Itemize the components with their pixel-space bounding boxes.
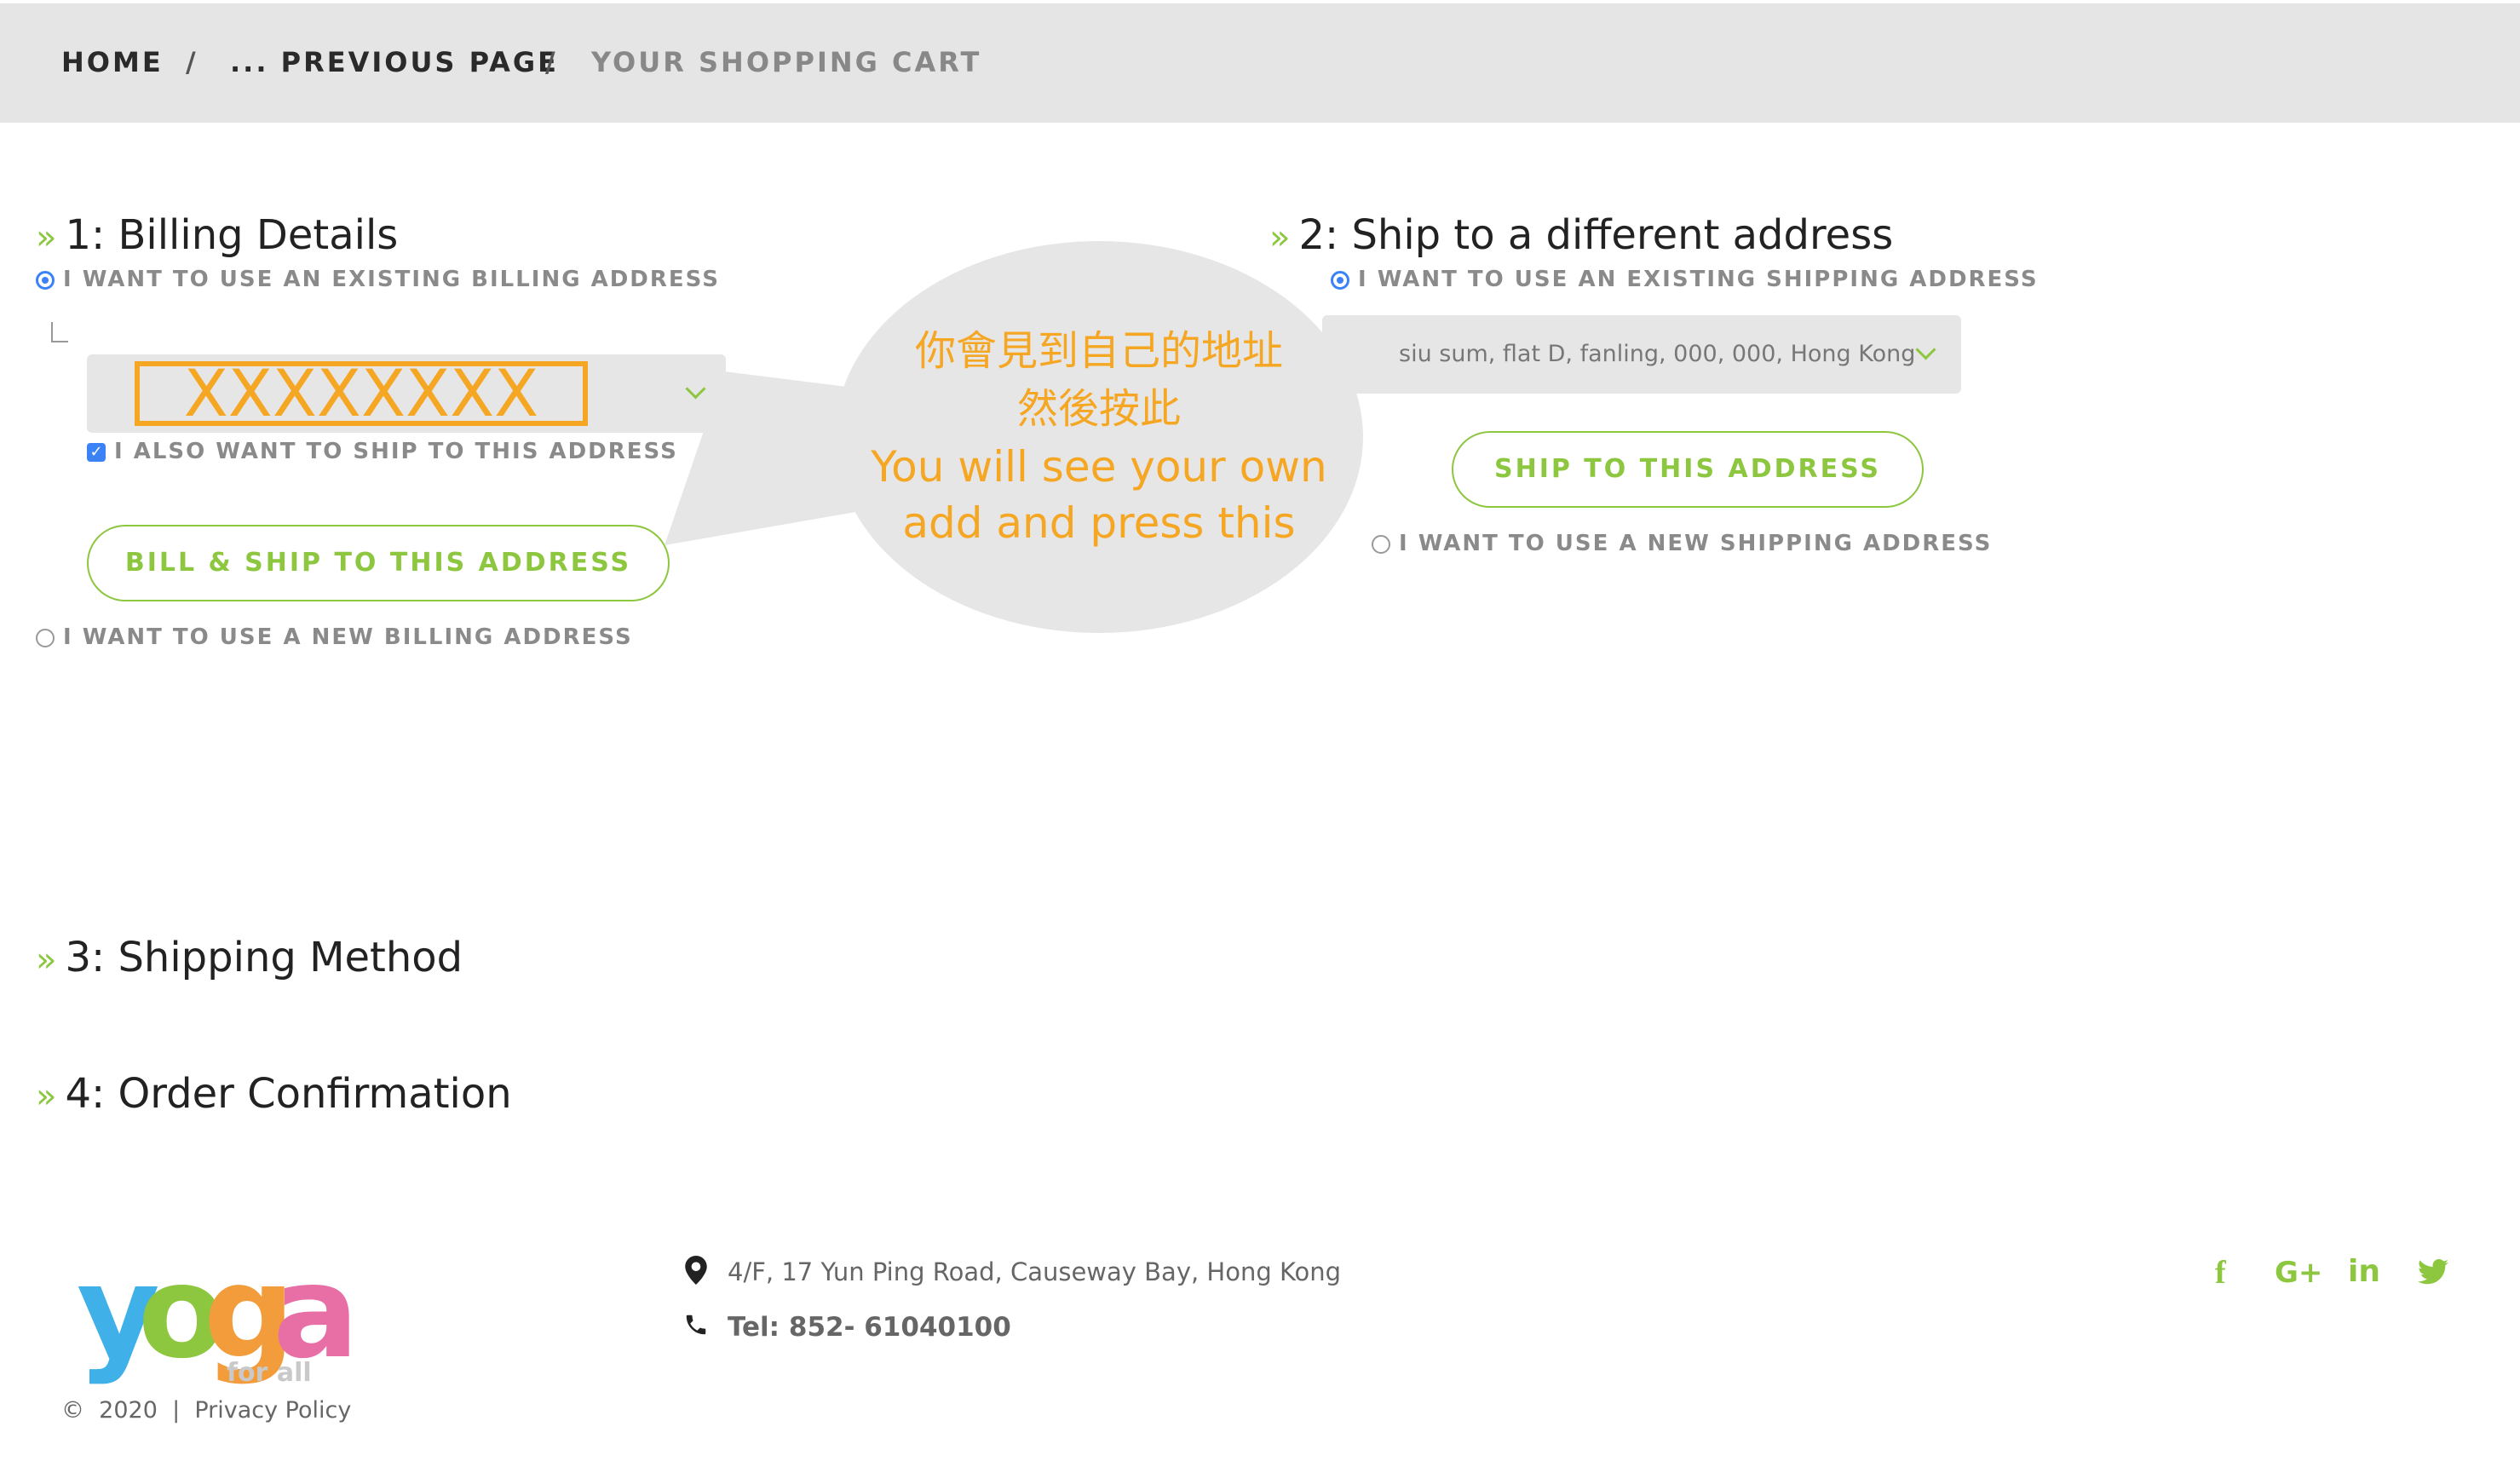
section-marker-icon: » — [36, 941, 57, 980]
shipping-method-heading-text: 3: Shipping Method — [65, 934, 463, 981]
phone-icon — [686, 1315, 706, 1335]
footer-address: 4/F, 17 Yun Ping Road, Causeway Bay, Hon… — [728, 1257, 1342, 1286]
shipping-method-heading[interactable]: » 3: Shipping Method — [36, 932, 463, 986]
google-plus-icon[interactable]: G+ — [2275, 1256, 2322, 1290]
copyright-symbol: © — [61, 1397, 84, 1424]
facebook-icon[interactable]: f — [2215, 1254, 2226, 1292]
callout-line-english-2: add and press this — [902, 498, 1296, 548]
linkedin-icon[interactable]: in — [2348, 1254, 2380, 1289]
callout-bubble — [665, 241, 1363, 633]
logo-tagline: for all — [227, 1358, 312, 1388]
copyright-divider: | — [172, 1397, 181, 1424]
callout-line-english-1: You will see your own — [871, 442, 1327, 492]
yoga-for-all-logo[interactable]: yoga for all — [77, 1240, 360, 1395]
twitter-icon[interactable] — [2418, 1259, 2448, 1285]
section-marker-icon: » — [36, 1077, 57, 1116]
order-confirmation-heading-text: 4: Order Confirmation — [65, 1070, 512, 1118]
copyright-year: 2020 — [99, 1397, 158, 1424]
privacy-policy-link[interactable]: Privacy Policy — [194, 1397, 351, 1424]
location-pin-icon — [685, 1256, 707, 1285]
copyright: © 2020 | Privacy Policy — [61, 1397, 351, 1424]
callout-line-chinese-1: 你會見到自己的地址 — [914, 327, 1283, 375]
callout-line-chinese-2: 然後按此 — [1016, 385, 1181, 433]
footer-phone[interactable]: Tel: 852- 61040100 — [728, 1312, 1011, 1343]
order-confirmation-heading[interactable]: » 4: Order Confirmation — [36, 1068, 512, 1122]
